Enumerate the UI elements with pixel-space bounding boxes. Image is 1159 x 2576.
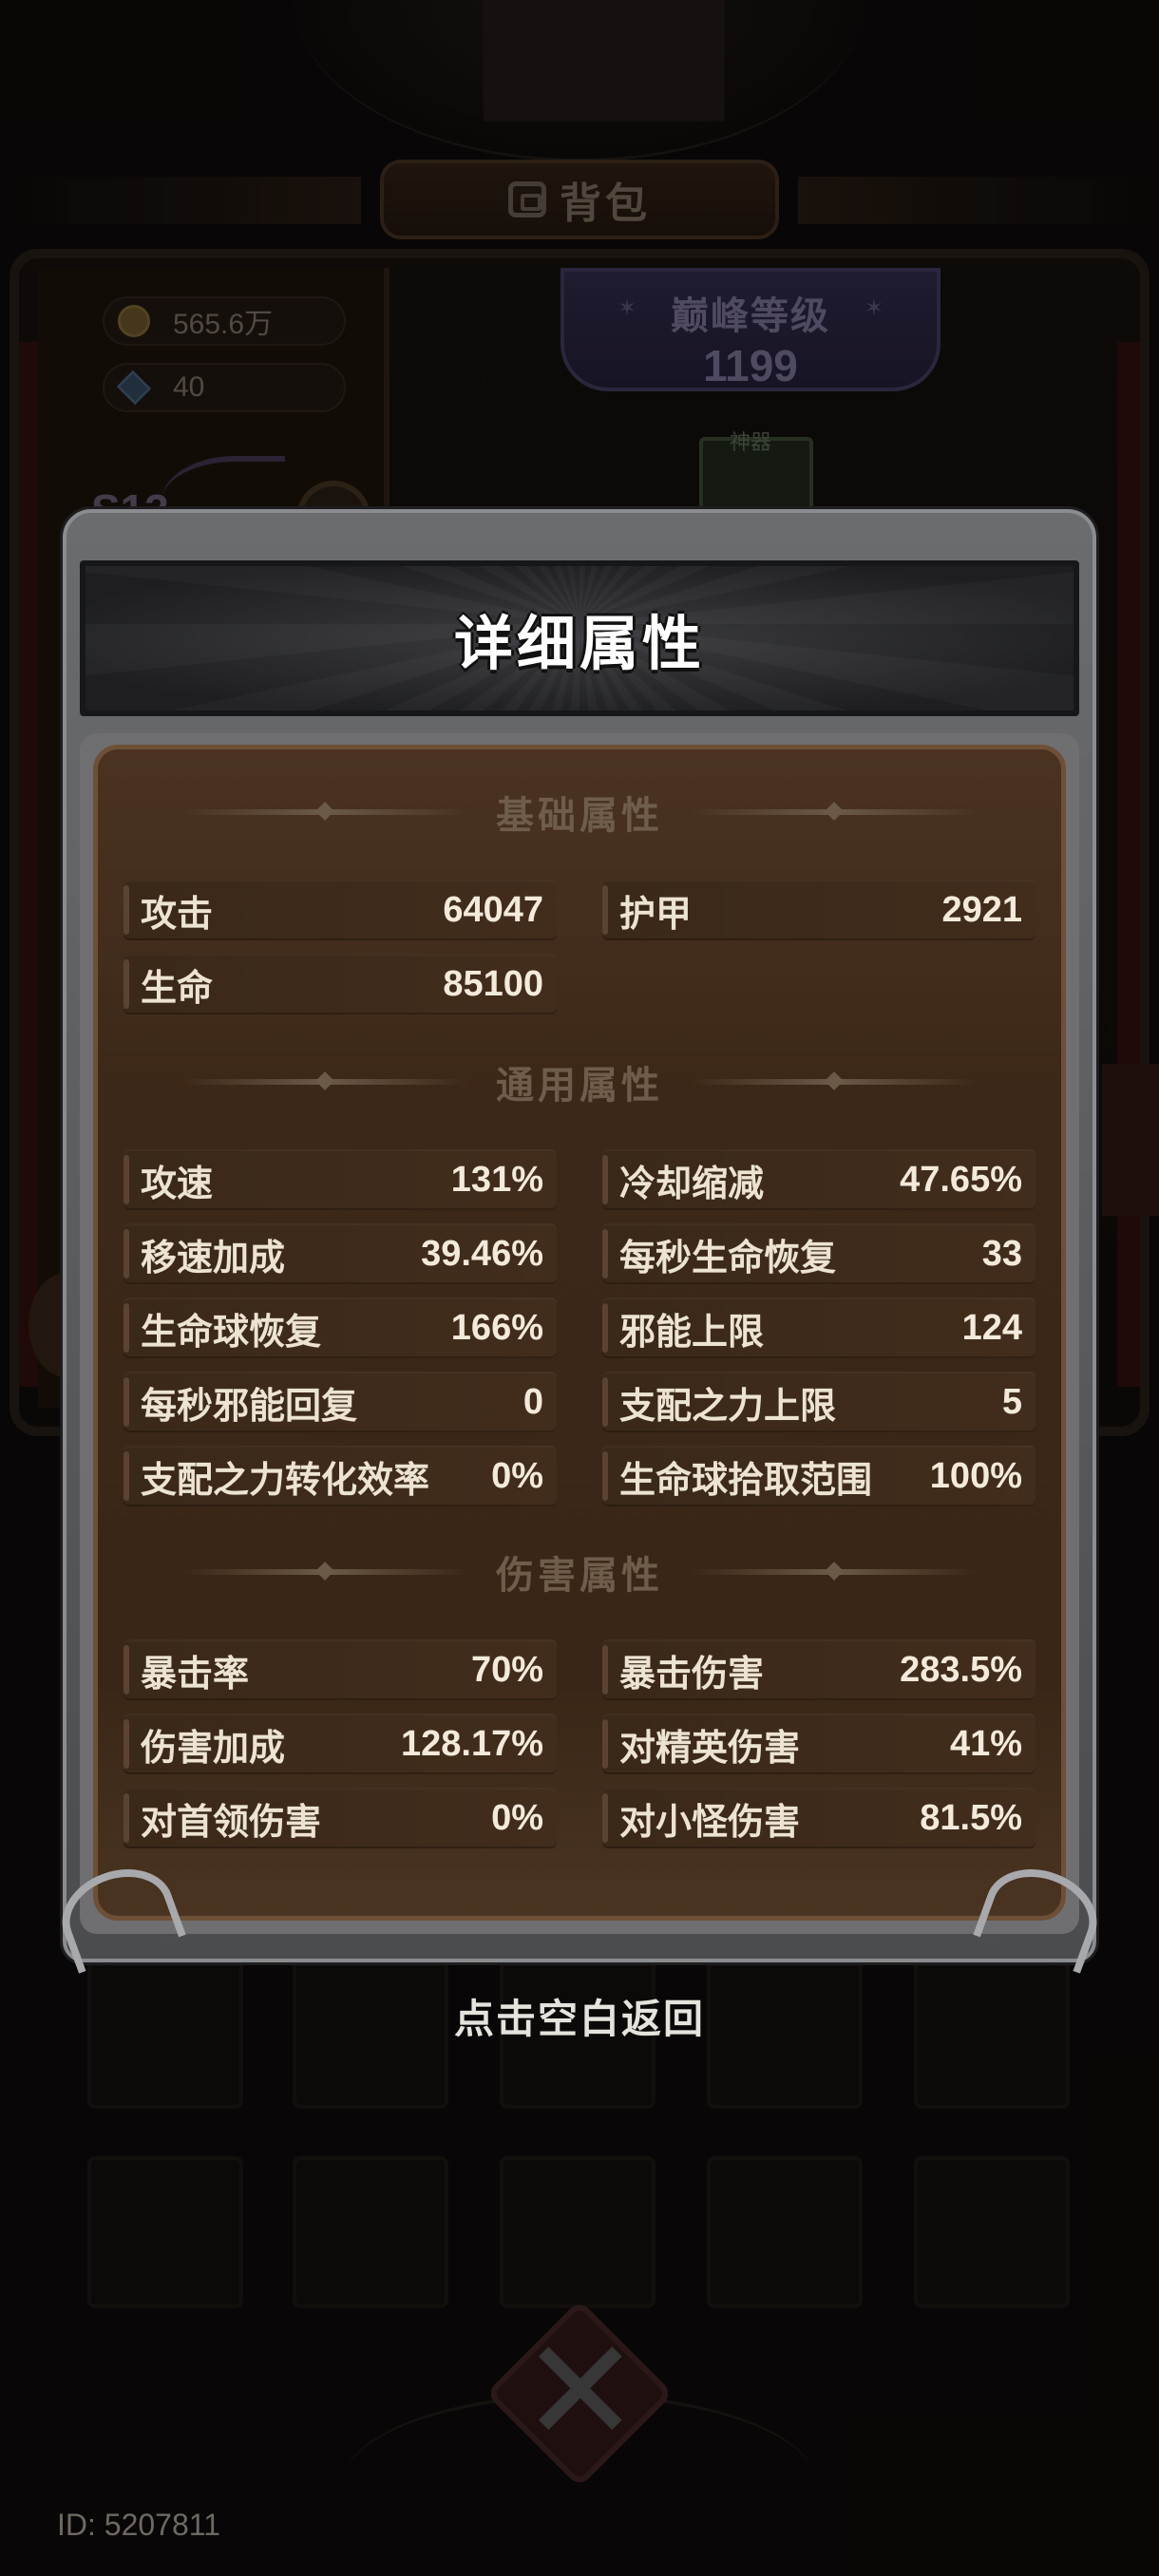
stat-boss-damage: 对首领伤害 0% (124, 1788, 557, 1848)
stat-label: 暴击率 (141, 1652, 250, 1695)
modal-header: 详细属性 (80, 560, 1079, 716)
stat-label: 护甲 (619, 892, 693, 935)
stat-value: 0 (522, 1381, 543, 1422)
stat-value: 5 (1001, 1381, 1022, 1422)
stat-attack-speed: 攻速 131% (124, 1149, 557, 1210)
stat-orb-recovery: 生命球恢复 166% (124, 1297, 557, 1358)
stat-label: 攻击 (141, 892, 214, 935)
stat-value: 124 (961, 1307, 1022, 1348)
stat-value: 128.17% (400, 1723, 543, 1764)
stat-move-speed: 移速加成 39.46% (124, 1223, 557, 1284)
divider-line (182, 1079, 467, 1085)
stat-value: 166% (450, 1307, 543, 1348)
stat-label: 支配之力上限 (619, 1384, 837, 1427)
stat-health: 生命 85100 (124, 954, 557, 1014)
stat-elite-damage: 对精英伤害 41% (602, 1714, 1036, 1774)
stat-value: 64047 (443, 889, 543, 930)
stat-label: 对首领伤害 (141, 1800, 322, 1843)
stat-crit-damage: 暴击伤害 283.5% (602, 1639, 1036, 1700)
section-label: 基础属性 (496, 794, 663, 838)
stat-value: 85100 (443, 963, 543, 1004)
stat-label: 伤害加成 (141, 1726, 286, 1769)
stat-cooldown-reduction: 冷却缩减 47.65% (602, 1149, 1036, 1210)
stat-value: 283.5% (900, 1649, 1022, 1690)
stat-value: 81.5% (920, 1797, 1022, 1838)
stat-label: 邪能上限 (619, 1310, 765, 1353)
stat-value: 0% (491, 1797, 543, 1838)
stat-value: 131% (450, 1159, 543, 1200)
user-id: ID: 5207811 (57, 2508, 220, 2542)
stat-label: 对小怪伤害 (619, 1800, 801, 1843)
stat-value: 0% (491, 1455, 543, 1496)
stat-label: 对精英伤害 (619, 1726, 801, 1769)
stat-armor: 护甲 2921 (602, 880, 1036, 940)
stat-minion-damage: 对小怪伤害 81.5% (602, 1788, 1036, 1848)
divider-line (692, 1569, 977, 1575)
stat-label: 攻速 (141, 1162, 214, 1204)
section-header-basic: 基础属性 (114, 779, 1045, 845)
stat-label: 生命球恢复 (141, 1310, 322, 1353)
stat-label: 生命 (141, 966, 214, 1009)
divider-line (692, 809, 977, 815)
stat-label: 冷却缩减 (619, 1162, 765, 1204)
stat-value: 100% (929, 1455, 1022, 1496)
stat-value: 70% (470, 1649, 543, 1690)
stat-attack: 攻击 64047 (124, 880, 557, 940)
stat-label: 生命球拾取范围 (619, 1458, 873, 1501)
stat-crit-rate: 暴击率 70% (124, 1639, 557, 1700)
stat-orb-pickup-range: 生命球拾取范围 100% (602, 1446, 1036, 1506)
stat-fel-energy-regen: 每秒邪能回复 0 (124, 1372, 557, 1432)
stat-value: 41% (949, 1723, 1022, 1764)
stat-label: 支配之力转化效率 (141, 1458, 430, 1501)
stat-fel-energy-cap: 邪能上限 124 (602, 1297, 1036, 1358)
stat-dominion-conversion: 支配之力转化效率 0% (124, 1446, 557, 1506)
divider-line (692, 1079, 977, 1085)
stat-value: 2921 (941, 889, 1022, 930)
stat-hp-regen: 每秒生命恢复 33 (602, 1223, 1036, 1284)
stat-value: 33 (981, 1233, 1022, 1274)
stat-value: 39.46% (421, 1233, 543, 1274)
divider-line (182, 809, 467, 815)
section-header-damage: 伤害属性 (114, 1539, 1045, 1605)
stat-label: 每秒邪能回复 (141, 1384, 358, 1427)
divider-line (182, 1569, 467, 1575)
stat-label: 每秒生命恢复 (619, 1236, 837, 1279)
stat-label: 移速加成 (141, 1236, 286, 1279)
section-label: 通用属性 (496, 1064, 663, 1108)
tap-blank-to-return[interactable]: 点击空白返回 (0, 1987, 1159, 2045)
stat-label: 暴击伤害 (619, 1652, 765, 1695)
stat-damage-bonus: 伤害加成 128.17% (124, 1714, 557, 1774)
modal-title: 详细属性 (453, 609, 705, 678)
stat-value: 47.65% (900, 1159, 1022, 1200)
stat-dominion-cap: 支配之力上限 5 (602, 1372, 1036, 1432)
section-header-general: 通用属性 (114, 1049, 1045, 1115)
section-label: 伤害属性 (496, 1554, 663, 1598)
